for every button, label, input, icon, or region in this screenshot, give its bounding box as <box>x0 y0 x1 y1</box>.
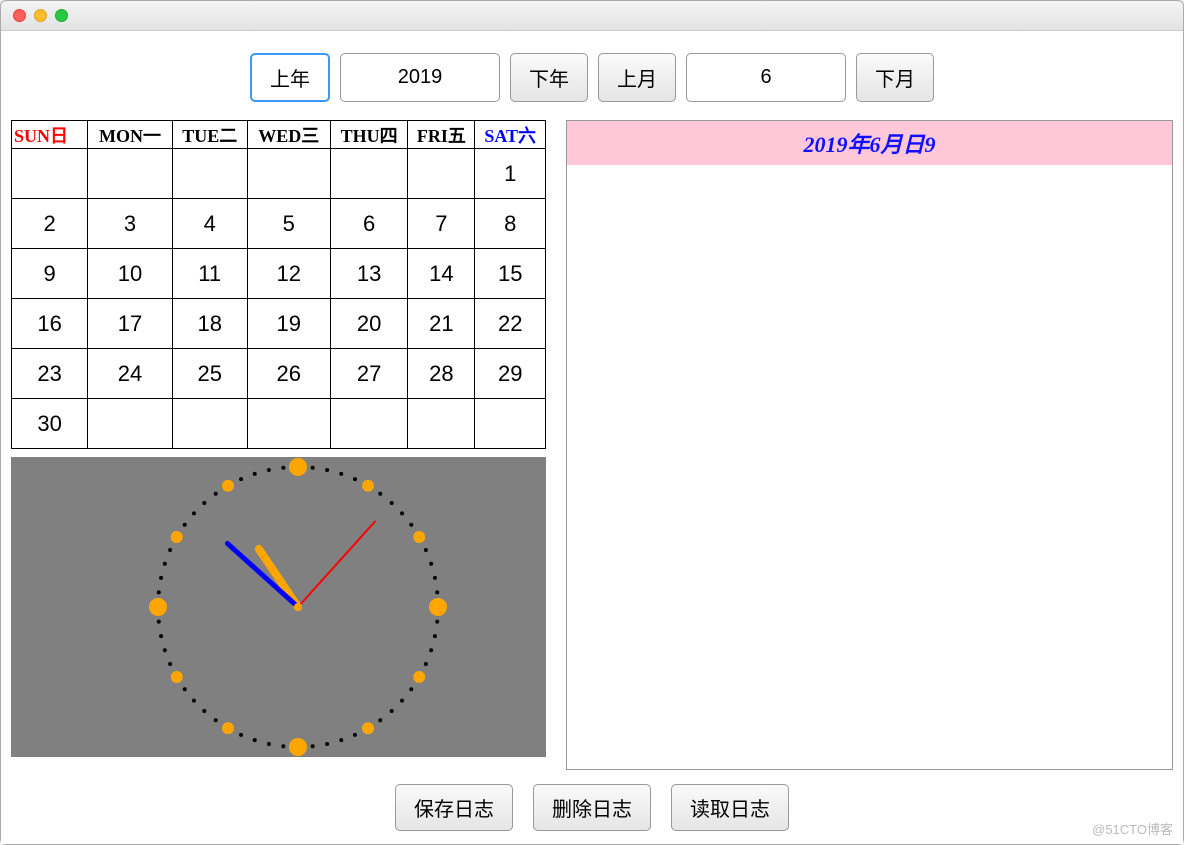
year-field[interactable] <box>340 53 500 102</box>
calendar-header-0: SUN日 <box>12 121 88 149</box>
calendar-cell[interactable]: 5 <box>247 199 330 249</box>
calendar-cell <box>247 399 330 449</box>
calendar-cell[interactable]: 29 <box>475 349 546 399</box>
calendar-cell[interactable]: 11 <box>172 249 247 299</box>
delete-diary-button[interactable]: 删除日志 <box>533 784 651 831</box>
calendar-cell[interactable]: 10 <box>88 249 172 299</box>
calendar-cell[interactable]: 27 <box>330 349 408 399</box>
calendar-cell <box>408 399 475 449</box>
calendar-cell <box>330 399 408 449</box>
watermark-text: @51CTO博客 <box>1092 819 1173 838</box>
prev-month-button[interactable]: 上月 <box>598 53 676 102</box>
calendar-cell[interactable]: 4 <box>172 199 247 249</box>
calendar-cell <box>330 149 408 199</box>
calendar-table: SUN日MON一TUE二WED三THU四FRI五SAT六 12345678910… <box>11 120 546 449</box>
calendar-cell <box>247 149 330 199</box>
calendar-cell[interactable]: 8 <box>475 199 546 249</box>
calendar-cell[interactable]: 2 <box>12 199 88 249</box>
save-diary-button[interactable]: 保存日志 <box>395 784 513 831</box>
calendar-header-1: MON一 <box>88 121 172 149</box>
calendar-header-4: THU四 <box>330 121 408 149</box>
calendar-cell <box>88 149 172 199</box>
calendar-cell[interactable]: 22 <box>475 299 546 349</box>
calendar-cell <box>408 149 475 199</box>
calendar-cell <box>88 399 172 449</box>
calendar-cell[interactable]: 1 <box>475 149 546 199</box>
titlebar <box>1 1 1183 31</box>
calendar-header-2: TUE二 <box>172 121 247 149</box>
next-year-button[interactable]: 下年 <box>510 53 588 102</box>
calendar-cell[interactable]: 21 <box>408 299 475 349</box>
calendar-header-3: WED三 <box>247 121 330 149</box>
calendar-cell[interactable]: 19 <box>247 299 330 349</box>
calendar-cell[interactable]: 17 <box>88 299 172 349</box>
app-window: 上年 下年 上月 下月 SUN日MON一TUE二WED三THU四FRI五SAT六… <box>0 0 1184 845</box>
window-close-icon[interactable] <box>13 9 26 22</box>
calendar-cell[interactable]: 14 <box>408 249 475 299</box>
calendar-cell[interactable]: 20 <box>330 299 408 349</box>
calendar-cell[interactable]: 16 <box>12 299 88 349</box>
calendar-cell[interactable]: 6 <box>330 199 408 249</box>
calendar-cell[interactable]: 18 <box>172 299 247 349</box>
calendar-header-5: FRI五 <box>408 121 475 149</box>
calendar-cell <box>12 149 88 199</box>
calendar-cell[interactable]: 30 <box>12 399 88 449</box>
calendar-cell[interactable]: 9 <box>12 249 88 299</box>
diary-text-area[interactable] <box>567 165 1172 769</box>
calendar-cell[interactable]: 28 <box>408 349 475 399</box>
bottom-toolbar: 保存日志 删除日志 读取日志 <box>11 770 1173 845</box>
window-maximize-icon[interactable] <box>55 9 68 22</box>
clock-panel <box>11 457 546 757</box>
calendar-cell <box>475 399 546 449</box>
calendar-cell[interactable]: 13 <box>330 249 408 299</box>
date-toolbar: 上年 下年 上月 下月 <box>11 41 1173 120</box>
calendar-cell[interactable]: 12 <box>247 249 330 299</box>
diary-panel: 2019年6月日9 <box>566 120 1173 770</box>
calendar-cell[interactable]: 15 <box>475 249 546 299</box>
calendar-cell[interactable]: 26 <box>247 349 330 399</box>
calendar-cell[interactable]: 25 <box>172 349 247 399</box>
month-field[interactable] <box>686 53 846 102</box>
calendar-cell <box>172 399 247 449</box>
next-month-button[interactable]: 下月 <box>856 53 934 102</box>
calendar-cell[interactable]: 3 <box>88 199 172 249</box>
main-area: SUN日MON一TUE二WED三THU四FRI五SAT六 12345678910… <box>11 120 1173 770</box>
analog-clock <box>11 457 546 757</box>
calendar-cell[interactable]: 24 <box>88 349 172 399</box>
window-minimize-icon[interactable] <box>34 9 47 22</box>
read-diary-button[interactable]: 读取日志 <box>671 784 789 831</box>
diary-date-header: 2019年6月日9 <box>567 121 1172 165</box>
prev-year-button[interactable]: 上年 <box>250 53 330 102</box>
left-panel: SUN日MON一TUE二WED三THU四FRI五SAT六 12345678910… <box>11 120 546 757</box>
content-area: 上年 下年 上月 下月 SUN日MON一TUE二WED三THU四FRI五SAT六… <box>1 31 1183 844</box>
calendar-header-6: SAT六 <box>475 121 546 149</box>
calendar-cell[interactable]: 7 <box>408 199 475 249</box>
calendar-cell[interactable]: 23 <box>12 349 88 399</box>
calendar-cell <box>172 149 247 199</box>
